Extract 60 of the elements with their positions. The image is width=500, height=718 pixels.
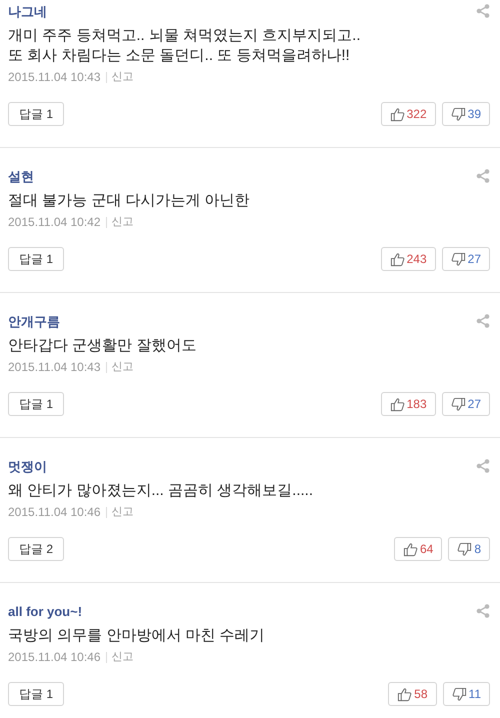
author-name[interactable]: all for you~! bbox=[8, 602, 82, 622]
thumbs-up-icon bbox=[390, 252, 405, 266]
like-button[interactable]: 243 bbox=[380, 247, 436, 271]
thumbs-up-icon bbox=[390, 396, 405, 412]
like-count: 243 bbox=[406, 251, 427, 268]
reply-button[interactable]: 답글 1 bbox=[8, 392, 64, 416]
dislike-button[interactable]: 27 bbox=[442, 247, 490, 271]
comment-text: 왜 안티가 많아졌는지... 곰곰히 생각해보길..... bbox=[8, 481, 314, 501]
dislike-button[interactable]: 27 bbox=[442, 392, 490, 416]
dislike-button[interactable]: 8 bbox=[448, 537, 490, 561]
author-name[interactable]: 멋쟁이 bbox=[8, 457, 47, 477]
comment-date: 2015.11.04 10:46 bbox=[8, 504, 101, 521]
comment-date: 2015.11.04 10:46 bbox=[8, 649, 101, 666]
dislike-button[interactable]: 39 bbox=[442, 102, 490, 126]
share-icon[interactable] bbox=[476, 604, 490, 618]
share-icon[interactable] bbox=[476, 169, 490, 183]
like-count: 58 bbox=[414, 686, 428, 703]
author-name[interactable]: 설현 bbox=[8, 167, 34, 187]
comment-date: 2015.11.04 10:43 bbox=[8, 69, 101, 86]
comment-text: 국방의 의무를 안마방에서 마친 수레기 bbox=[8, 626, 266, 646]
comment-text: 절대 불가능 군대 다시가는게 아닌한 bbox=[8, 191, 251, 211]
report-link[interactable]: 신고 bbox=[112, 68, 134, 86]
report-link[interactable]: 신고 bbox=[112, 504, 134, 520]
reply-button[interactable]: 답글 1 bbox=[8, 247, 64, 271]
thumbs-up-icon bbox=[397, 686, 412, 702]
comment-date: 2015.11.04 10:42 bbox=[8, 214, 101, 231]
dislike-button[interactable]: 11 bbox=[442, 682, 490, 706]
report-link[interactable]: 신고 bbox=[112, 214, 134, 230]
thumbs-down-icon bbox=[450, 252, 466, 266]
thumbs-down-icon bbox=[450, 396, 466, 412]
like-count: 183 bbox=[406, 396, 427, 413]
dislike-count: 27 bbox=[468, 251, 481, 268]
thumbs-down-icon bbox=[457, 542, 472, 556]
thumbs-up-icon bbox=[390, 106, 405, 122]
author-name[interactable]: 나그네 bbox=[8, 2, 47, 22]
thumbs-down-icon bbox=[450, 106, 466, 122]
like-count: 322 bbox=[406, 106, 427, 123]
like-button[interactable]: 58 bbox=[388, 682, 437, 706]
share-icon[interactable] bbox=[476, 314, 490, 328]
reply-button[interactable]: 답글 1 bbox=[8, 682, 64, 706]
reply-button[interactable]: 답글 2 bbox=[8, 537, 64, 561]
report-link[interactable]: 신고 bbox=[112, 358, 134, 376]
like-count: 64 bbox=[420, 541, 434, 558]
dislike-count: 11 bbox=[468, 686, 481, 703]
like-button[interactable]: 322 bbox=[380, 102, 436, 126]
dislike-count: 27 bbox=[468, 396, 481, 413]
dislike-count: 8 bbox=[474, 541, 481, 558]
comment-text: 안타갑다 군생활만 잘했어도 bbox=[8, 336, 198, 356]
like-button[interactable]: 64 bbox=[394, 537, 442, 561]
thumbs-up-icon bbox=[402, 542, 418, 556]
author-name[interactable]: 안개구름 bbox=[8, 312, 60, 332]
dislike-count: 39 bbox=[468, 106, 481, 123]
reply-button[interactable]: 답글 1 bbox=[8, 102, 64, 126]
share-icon[interactable] bbox=[476, 459, 490, 473]
report-link[interactable]: 신고 bbox=[112, 648, 134, 666]
like-button[interactable]: 183 bbox=[380, 392, 436, 416]
comment-date: 2015.11.04 10:43 bbox=[8, 359, 101, 376]
comment-text: 개미 주주 등쳐먹고.. 뇌물 쳐먹였는지 흐지부지되고.. 또 회사 차림다는 소문 돌던디.. 또 등쳐먹을려하나!! bbox=[8, 26, 362, 66]
share-icon[interactable] bbox=[476, 4, 490, 18]
thumbs-down-icon bbox=[452, 686, 467, 702]
